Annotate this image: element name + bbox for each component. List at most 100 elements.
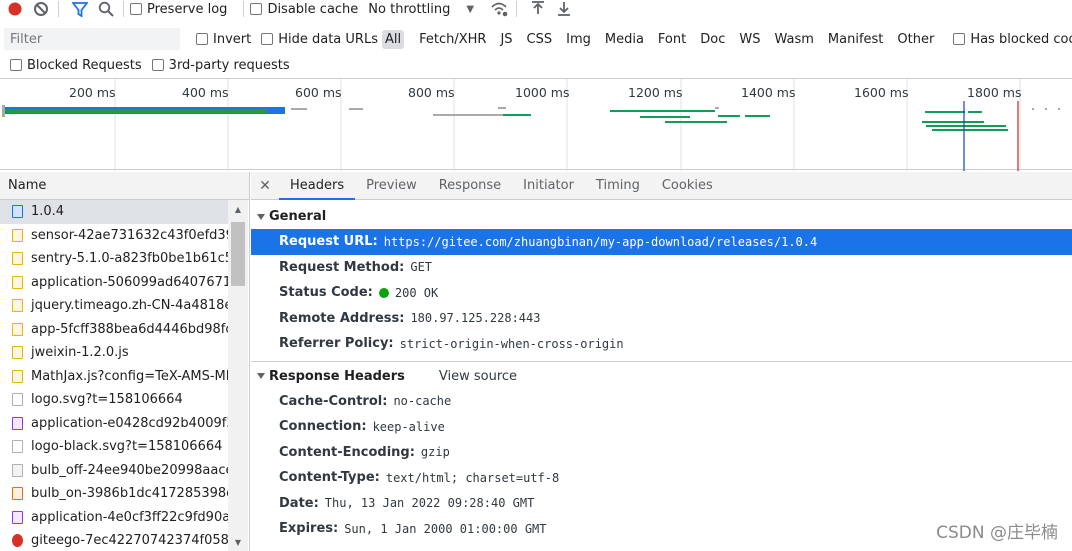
hide-data-urls-box[interactable] [261,33,274,45]
invert-checkbox[interactable]: Invert [196,32,251,47]
request-row[interactable]: application-4e0cf3ff22c9fd90a6c [0,506,228,530]
request-row[interactable]: 1.0.4 [0,200,228,224]
request-name: application-4e0cf3ff22c9fd90a6c [31,509,228,525]
tab-response[interactable]: Response [428,172,512,200]
request-detail-pane: ✕ Headers Preview Response Initiator Tim… [251,172,1072,551]
blocked-requests-box[interactable] [10,59,22,71]
view-source-link[interactable]: View source [439,369,517,384]
response-header-row[interactable]: Date: Thu, 13 Jan 2022 09:28:40 GMT [251,491,1072,517]
filter-bar-secondary: Blocked Requests 3rd-party requests [0,54,1072,76]
scrollbar-thumb[interactable] [231,222,245,286]
request-url-row[interactable]: Request URL: https://gitee.com/zhuangbin… [251,229,1072,255]
filter-type-img[interactable]: Img [563,30,594,49]
network-toolbar: Preserve log Disable cache No throttling… [0,0,1072,18]
close-icon[interactable]: ✕ [251,178,279,194]
file-js-icon [12,322,23,336]
request-row[interactable]: app-5fcff388bea6d4446bd98fc55 [0,318,228,342]
request-row[interactable]: giteego-7ec42270742374f05850c [0,529,228,551]
response-header-row[interactable]: Content-Type: text/html; charset=utf-8 [251,465,1072,491]
third-party-checkbox[interactable]: 3rd-party requests [151,58,290,73]
scroll-down-icon[interactable]: ▼ [228,533,248,551]
header-value: 200 OK [394,285,439,300]
disable-cache-box[interactable] [250,3,263,15]
filter-type-js[interactable]: JS [497,30,515,49]
filter-type-ws[interactable]: WS [736,30,763,49]
tab-preview[interactable]: Preview [355,172,428,200]
name-column-header[interactable]: Name [0,172,249,200]
request-name: logo-black.svg?t=158106664 [31,439,223,455]
third-party-box[interactable] [151,59,164,71]
request-name: logo.svg?t=158106664 [31,392,183,408]
network-overview-timeline[interactable]: 200 ms 400 ms 600 ms 800 ms 1000 ms 1200… [0,78,1072,171]
request-row[interactable]: MathJax.js?config=TeX-AMS-MM [0,365,228,389]
request-name: sentry-5.1.0-a823fb0be1b61c5d7 [31,251,228,267]
import-har-icon[interactable] [527,0,549,18]
export-har-icon[interactable] [553,0,575,18]
request-rows: 1.0.4 sensor-42ae731632c43f0efd3963 sentry… [0,200,249,551]
blocked-requests-checkbox[interactable]: Blocked Requests [10,58,142,73]
invert-box[interactable] [196,33,208,45]
preserve-log-checkbox[interactable]: Preserve log [130,2,227,17]
filter-type-manifest[interactable]: Manifest [825,30,886,49]
preserve-log-box[interactable] [130,3,142,15]
file-css-icon [12,510,23,524]
tab-headers[interactable]: Headers [279,172,356,200]
response-headers-section-header[interactable]: Response Headers View source [251,364,1072,389]
scroll-up-icon[interactable]: ▲ [228,200,248,218]
status-ok-icon [378,287,389,298]
remote-address-row[interactable]: Remote Address: 180.97.125.228:443 [251,306,1072,332]
response-header-row[interactable]: Content-Encoding: gzip [251,440,1072,466]
request-row[interactable]: sentry-5.1.0-a823fb0be1b61c5d7 [0,247,228,271]
filter-type-fetch-xhr[interactable]: Fetch/XHR [416,30,489,49]
request-row[interactable]: logo-black.svg?t=158106664 [0,435,228,459]
filter-icon[interactable] [69,0,91,18]
record-icon[interactable] [4,0,26,18]
hide-data-urls-checkbox[interactable]: Hide data URLs [261,32,378,47]
general-section-header[interactable]: General [251,204,1072,229]
request-row[interactable]: application-e0428cd92b4009f39e [0,412,228,436]
tab-cookies[interactable]: Cookies [651,172,724,200]
request-row[interactable]: bulb_on-3986b1dc417285398e3c [0,482,228,506]
tab-initiator[interactable]: Initiator [512,172,585,200]
clear-icon[interactable] [30,0,52,18]
request-row[interactable]: application-506099ad64076719c [0,271,228,295]
filter-type-media[interactable]: Media [602,30,647,49]
filter-type-doc[interactable]: Doc [697,30,728,49]
filter-type-other[interactable]: Other [894,30,937,49]
filter-type-css[interactable]: CSS [524,30,556,49]
request-row[interactable]: jquery.timeago.zh-CN-4a4818e98 [0,294,228,318]
file-js-icon [12,369,23,383]
throttling-select[interactable]: No throttling ▼ [368,2,474,17]
filter-input[interactable] [4,28,180,50]
search-icon[interactable] [95,0,117,18]
request-name: sensor-42ae731632c43f0efd3963 [31,227,228,243]
filter-type-wasm[interactable]: Wasm [771,30,816,49]
status-code-row[interactable]: Status Code: 200 OK [251,280,1072,306]
filter-type-all[interactable]: All [381,29,405,49]
disable-cache-checkbox[interactable]: Disable cache [250,2,358,17]
network-conditions-icon[interactable] [488,0,510,18]
response-header-row[interactable]: Connection: keep-alive [251,414,1072,440]
filter-type-font[interactable]: Font [655,30,689,49]
request-row[interactable]: jweixin-1.2.0.js [0,341,228,365]
toolbar-divider [58,1,59,17]
request-list-scrollbar[interactable]: ▲ ▼ [228,200,248,551]
response-headers-title: Response Headers [269,368,405,384]
file-doc-icon [12,205,23,219]
timeline-tick: 1000 ms [515,85,570,100]
header-value: 180.97.125.228:443 [410,311,541,326]
request-row[interactable]: logo.svg?t=158106664 [0,388,228,412]
file-imgo-icon [12,487,23,501]
request-row[interactable]: sensor-42ae731632c43f0efd3963 [0,224,228,248]
request-row[interactable]: bulb_off-24ee940be20998aace89 [0,459,228,483]
header-key: Content-Type: [279,470,380,486]
request-method-row[interactable]: Request Method: GET [251,255,1072,281]
request-name: MathJax.js?config=TeX-AMS-MM [31,368,228,384]
has-blocked-cookies-checkbox[interactable]: Has blocked cookies [953,32,1072,47]
response-header-row[interactable]: Cache-Control: no-cache [251,389,1072,415]
tab-timing[interactable]: Timing [585,172,651,200]
file-js-icon [12,252,23,266]
has-blocked-cookies-box[interactable] [953,33,966,45]
request-name: jweixin-1.2.0.js [31,345,129,361]
referrer-policy-row[interactable]: Referrer Policy: strict-origin-when-cros… [251,331,1072,357]
